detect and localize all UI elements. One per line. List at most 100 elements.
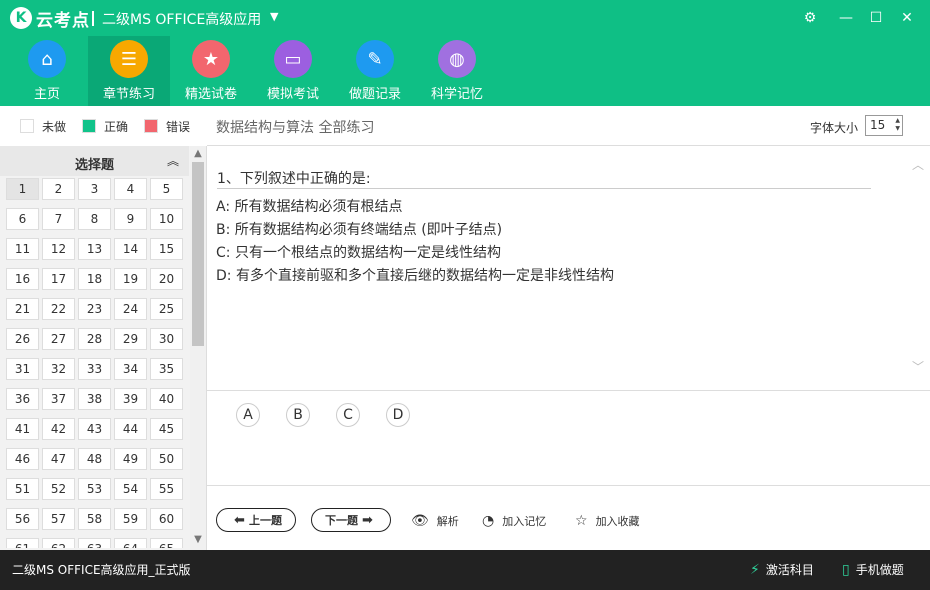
question-number-button[interactable]: 57 <box>42 508 75 530</box>
question-number-button[interactable]: 58 <box>78 508 111 530</box>
question-number-button[interactable]: 64 <box>114 538 147 548</box>
question-number-button[interactable]: 35 <box>150 358 183 380</box>
question-number-button[interactable]: 44 <box>114 418 147 440</box>
question-number-button[interactable]: 13 <box>78 238 111 260</box>
nav-item-1[interactable]: ☰ 章节练习 <box>88 36 170 106</box>
question-number-button[interactable]: 45 <box>150 418 183 440</box>
question-number-button[interactable]: 16 <box>6 268 39 290</box>
scroll-up-icon[interactable]: ︿ <box>908 156 928 173</box>
question-number-button[interactable]: 36 <box>6 388 39 410</box>
scroll-down-icon[interactable]: ﹀ <box>908 358 928 375</box>
next-question-button[interactable]: 下一题 ➡ <box>311 508 391 532</box>
question-number-button[interactable]: 42 <box>42 418 75 440</box>
question-number-button[interactable]: 60 <box>150 508 183 530</box>
question-number-button[interactable]: 48 <box>78 448 111 470</box>
question-number-button[interactable]: 3 <box>78 178 111 200</box>
question-number-button[interactable]: 18 <box>78 268 111 290</box>
scroll-up-icon[interactable]: ▲ <box>190 148 206 159</box>
question-number-button[interactable]: 40 <box>150 388 183 410</box>
activate-subject-button[interactable]: ⚡ 激活科目 <box>750 561 814 578</box>
question-number-button[interactable]: 34 <box>114 358 147 380</box>
question-number-button[interactable]: 17 <box>42 268 75 290</box>
question-number-button[interactable]: 38 <box>78 388 111 410</box>
question-number-button[interactable]: 25 <box>150 298 183 320</box>
question-number-button[interactable]: 11 <box>6 238 39 260</box>
sidebar-scrollbar[interactable]: ▲ ▼ <box>190 146 206 550</box>
question-number-button[interactable]: 65 <box>150 538 183 548</box>
question-number-button[interactable]: 15 <box>150 238 183 260</box>
scroll-thumb[interactable] <box>192 162 204 346</box>
question-number-button[interactable]: 61 <box>6 538 39 548</box>
nav-item-5[interactable]: ◍ 科学记忆 <box>416 36 498 106</box>
question-number-button[interactable]: 31 <box>6 358 39 380</box>
question-number-button[interactable]: 19 <box>114 268 147 290</box>
question-number-button[interactable]: 53 <box>78 478 111 500</box>
question-number-button[interactable]: 26 <box>6 328 39 350</box>
question-number-button[interactable]: 9 <box>114 208 147 230</box>
subject-title[interactable]: 二级MS OFFICE高级应用 <box>102 9 261 29</box>
nav-item-0[interactable]: ⌂ 主页 <box>6 36 88 106</box>
prev-question-button[interactable]: ⬅ 上一题 <box>216 508 296 532</box>
stepper-arrows-icon[interactable]: ▲ ▼ <box>895 117 900 133</box>
minimize-button[interactable]: — <box>836 8 856 28</box>
question-number-button[interactable]: 46 <box>6 448 39 470</box>
question-number-button[interactable]: 24 <box>114 298 147 320</box>
question-number-button[interactable]: 41 <box>6 418 39 440</box>
answer-a-button[interactable]: A <box>236 403 260 427</box>
question-number-button[interactable]: 8 <box>78 208 111 230</box>
question-number-button[interactable]: 33 <box>78 358 111 380</box>
settings-icon[interactable]: ⚙ <box>800 8 820 28</box>
question-number-button[interactable]: 47 <box>42 448 75 470</box>
question-number-button[interactable]: 62 <box>42 538 75 548</box>
question-number-button[interactable]: 12 <box>42 238 75 260</box>
question-number-button[interactable]: 43 <box>78 418 111 440</box>
nav-item-3[interactable]: ▭ 模拟考试 <box>252 36 334 106</box>
answer-c-button[interactable]: C <box>336 403 360 427</box>
question-number-button[interactable]: 4 <box>114 178 147 200</box>
scroll-down-icon[interactable]: ▼ <box>190 534 206 545</box>
question-number-button[interactable]: 23 <box>78 298 111 320</box>
add-favorite-button[interactable]: ☆ 加入收藏 <box>575 513 640 529</box>
close-button[interactable]: ✕ <box>897 8 917 28</box>
question-number-button[interactable]: 20 <box>150 268 183 290</box>
question-number-button[interactable]: 14 <box>114 238 147 260</box>
question-number-button[interactable]: 5 <box>150 178 183 200</box>
question-number-button[interactable]: 27 <box>42 328 75 350</box>
question-number-button[interactable]: 37 <box>42 388 75 410</box>
analysis-button[interactable]: 👁 解析 <box>411 513 459 529</box>
question-number-button[interactable]: 6 <box>6 208 39 230</box>
question-number-button[interactable]: 52 <box>42 478 75 500</box>
question-number-button[interactable]: 28 <box>78 328 111 350</box>
question-number-button[interactable]: 56 <box>6 508 39 530</box>
question-number-button[interactable]: 21 <box>6 298 39 320</box>
add-memory-button[interactable]: ◔ 加入记忆 <box>482 513 546 529</box>
subject-dropdown-icon[interactable]: ▼ <box>270 10 278 23</box>
collapse-icon[interactable]: ︽ <box>167 152 179 169</box>
question-number-button[interactable]: 51 <box>6 478 39 500</box>
nav-item-4[interactable]: ✎ 做题记录 <box>334 36 416 106</box>
star-icon: ☆ <box>575 513 588 529</box>
question-number-button[interactable]: 39 <box>114 388 147 410</box>
mobile-practice-button[interactable]: ▯ 手机做题 <box>842 561 904 578</box>
question-number-button[interactable]: 59 <box>114 508 147 530</box>
question-number-button[interactable]: 7 <box>42 208 75 230</box>
question-number-button[interactable]: 10 <box>150 208 183 230</box>
question-number-button[interactable]: 54 <box>114 478 147 500</box>
question-number-button[interactable]: 30 <box>150 328 183 350</box>
question-number-button[interactable]: 22 <box>42 298 75 320</box>
section-header[interactable]: 选择题 ︽ <box>0 146 189 176</box>
question-number-button[interactable]: 2 <box>42 178 75 200</box>
question-number-button[interactable]: 32 <box>42 358 75 380</box>
nav-item-2[interactable]: ★ 精选试卷 <box>170 36 252 106</box>
font-size-stepper[interactable]: 15 ▲ ▼ <box>865 115 903 136</box>
question-number-button[interactable]: 29 <box>114 328 147 350</box>
question-number-button[interactable]: 1 <box>6 178 39 200</box>
question-number-button[interactable]: 50 <box>150 448 183 470</box>
question-number-button[interactable]: 49 <box>114 448 147 470</box>
maximize-button[interactable]: ☐ <box>866 8 886 28</box>
question-scrollbar[interactable]: ︿ ﹀ <box>908 146 928 390</box>
answer-b-button[interactable]: B <box>286 403 310 427</box>
question-number-button[interactable]: 55 <box>150 478 183 500</box>
question-number-button[interactable]: 63 <box>78 538 111 548</box>
answer-d-button[interactable]: D <box>386 403 410 427</box>
